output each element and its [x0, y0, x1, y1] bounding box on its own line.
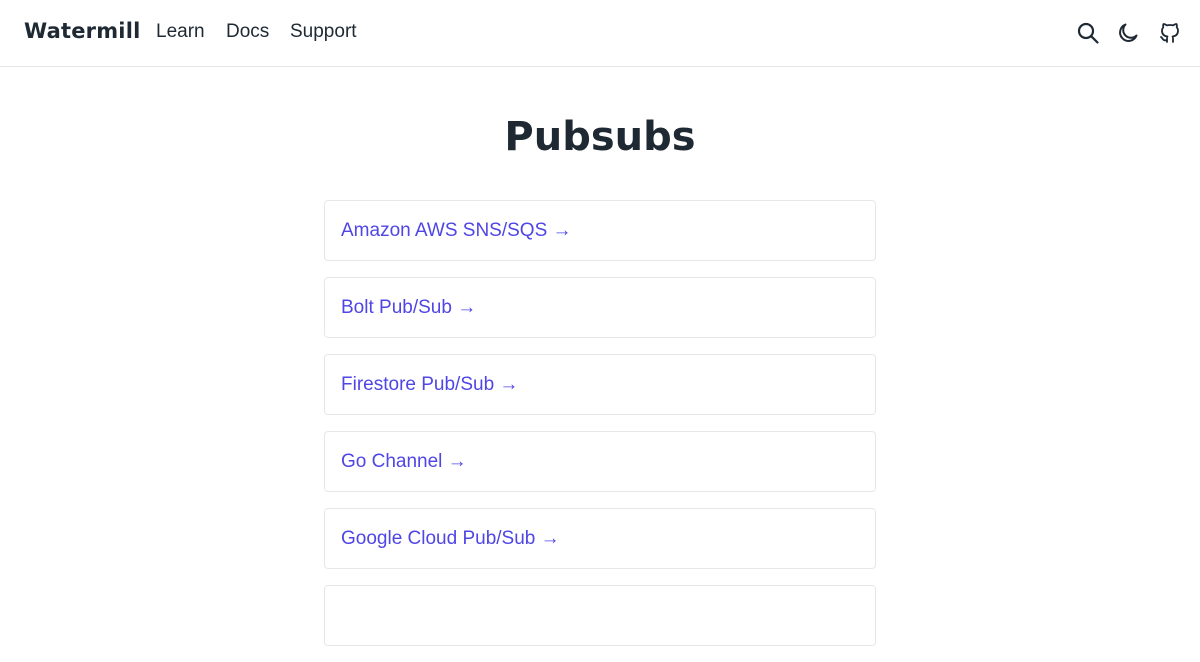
pubsub-card-amazon-aws[interactable]: Amazon AWS SNS/SQS → — [324, 200, 876, 261]
nav-learn[interactable]: Learn — [156, 21, 205, 43]
github-button[interactable] — [1157, 20, 1183, 46]
top-navbar: Watermill Learn Docs Support — [0, 0, 1200, 67]
pubsub-list: Amazon AWS SNS/SQS → Bolt Pub/Sub → Fire… — [324, 200, 876, 662]
pubsub-card-go-channel[interactable]: Go Channel → — [324, 431, 876, 492]
nav-docs[interactable]: Docs — [226, 21, 269, 43]
search-icon — [1077, 22, 1099, 44]
brand-logo[interactable]: Watermill — [24, 19, 141, 43]
pubsub-card-partial[interactable] — [324, 585, 876, 646]
theme-toggle-button[interactable] — [1115, 20, 1141, 46]
pubsub-link[interactable]: Google Cloud Pub/Sub → — [341, 528, 560, 550]
pubsub-link[interactable]: Firestore Pub/Sub → — [341, 374, 518, 396]
pubsub-link[interactable]: Bolt Pub/Sub → — [341, 297, 476, 319]
pubsub-link[interactable]: Amazon AWS SNS/SQS → — [341, 220, 572, 242]
pubsub-card-firestore[interactable]: Firestore Pub/Sub → — [324, 354, 876, 415]
github-icon — [1160, 23, 1179, 43]
moon-icon — [1119, 23, 1138, 42]
pubsub-card-bolt[interactable]: Bolt Pub/Sub → — [324, 277, 876, 338]
search-button[interactable] — [1075, 20, 1101, 46]
nav-support[interactable]: Support — [290, 21, 357, 43]
pubsub-card-google-cloud[interactable]: Google Cloud Pub/Sub → — [324, 508, 876, 569]
pubsub-link[interactable]: Go Channel → — [341, 451, 467, 473]
page-title: Pubsubs — [504, 114, 696, 160]
